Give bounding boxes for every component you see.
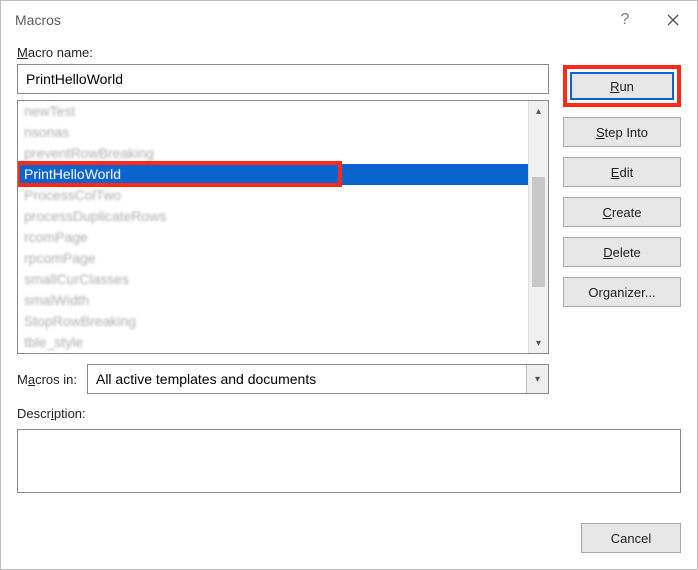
macros-in-label: Macros in:: [17, 372, 77, 387]
scrollbar[interactable]: ▴ ▾: [528, 101, 548, 353]
titlebar: Macros ?: [1, 1, 697, 39]
organizer-button[interactable]: Organizer...: [563, 277, 681, 307]
list-item[interactable]: ProcessColTwo: [18, 185, 528, 206]
list-item[interactable]: newTest: [18, 101, 528, 122]
close-icon: [667, 14, 679, 26]
macro-name-label: Macro name:: [17, 45, 549, 60]
scroll-up-icon[interactable]: ▴: [529, 101, 549, 121]
scroll-thumb[interactable]: [532, 177, 545, 287]
list-item[interactable]: smallCurClasses: [18, 269, 528, 290]
macro-list[interactable]: newTestnsonaspreventRowBreakingPrintHell…: [17, 100, 549, 354]
list-item[interactable]: rpcomPage: [18, 248, 528, 269]
list-item[interactable]: nsonas: [18, 122, 528, 143]
list-item[interactable]: tble_style: [18, 332, 528, 353]
chevron-down-icon[interactable]: ▾: [526, 365, 548, 393]
create-button[interactable]: Create: [563, 197, 681, 227]
run-button[interactable]: Run: [570, 72, 674, 100]
macro-name-input[interactable]: [17, 64, 549, 94]
scroll-track[interactable]: [529, 121, 548, 333]
cancel-button[interactable]: Cancel: [581, 523, 681, 553]
description-box: [17, 429, 681, 493]
description-label: Description:: [17, 406, 681, 421]
list-item[interactable]: smalWidth: [18, 290, 528, 311]
list-item[interactable]: rcomPage: [18, 227, 528, 248]
edit-button[interactable]: Edit: [563, 157, 681, 187]
help-button[interactable]: ?: [601, 1, 649, 39]
list-item[interactable]: preventRowBreaking: [18, 143, 528, 164]
macros-in-combo[interactable]: All active templates and documents ▾: [87, 364, 549, 394]
dialog-title: Macros: [15, 12, 61, 28]
list-item[interactable]: PrintHelloWorld: [18, 164, 528, 185]
close-button[interactable]: [649, 1, 697, 39]
macros-dialog: Macros ? Macro name: newTestnsonaspreven…: [0, 0, 698, 570]
list-item[interactable]: processDuplicateRows: [18, 206, 528, 227]
macros-in-value: All active templates and documents: [88, 371, 526, 387]
delete-button[interactable]: Delete: [563, 237, 681, 267]
list-item[interactable]: StopRowBreaking: [18, 311, 528, 332]
scroll-down-icon[interactable]: ▾: [529, 333, 549, 353]
run-highlight: Run: [563, 65, 681, 107]
step-into-button[interactable]: Step Into: [563, 117, 681, 147]
